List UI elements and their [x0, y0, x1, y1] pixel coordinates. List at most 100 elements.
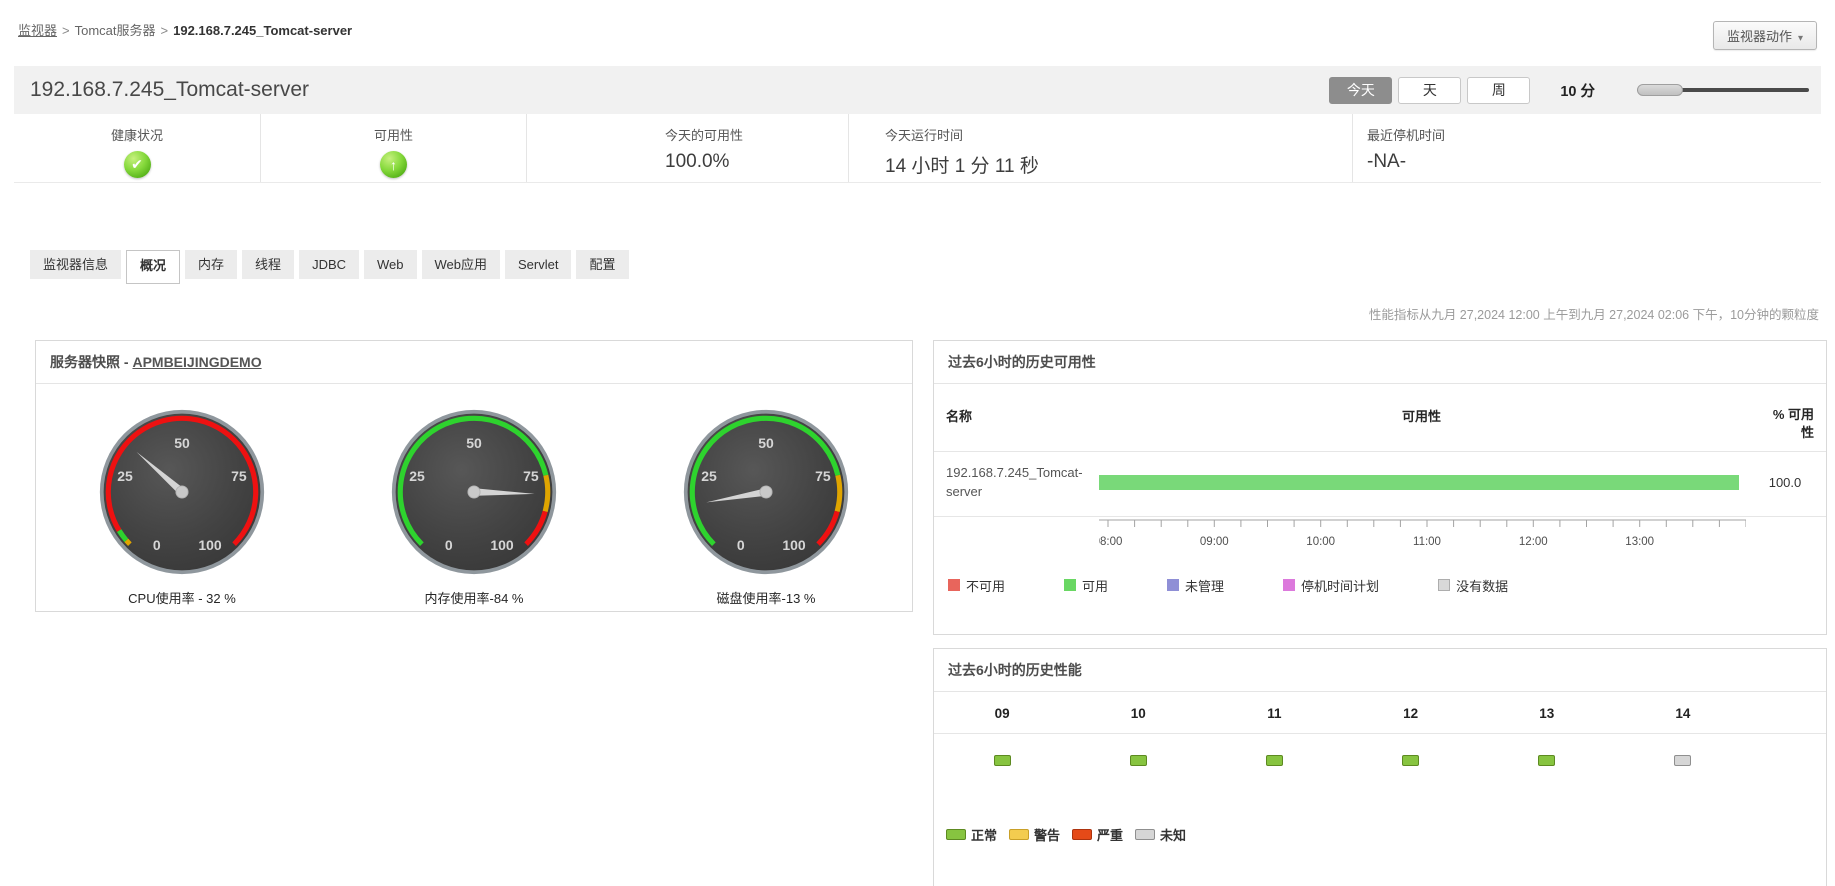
legend-color-icon: [1438, 579, 1451, 592]
status-label: 可用性: [373, 128, 413, 143]
tab-6[interactable]: Web应用: [421, 250, 501, 279]
legend-color-icon: [1064, 579, 1077, 592]
gauge-memory-dial: 0 25 50 75 100: [391, 409, 557, 575]
apm-host-link[interactable]: APMBEIJINGDEMO: [132, 354, 261, 370]
svg-text:100: 100: [782, 537, 806, 553]
gauge-disk-dial: 0 25 50 75 100: [683, 409, 849, 575]
range-button-0[interactable]: 今天: [1329, 76, 1393, 104]
perf-status-block-unknown[interactable]: [1674, 755, 1692, 766]
legend-label: 未知: [1160, 828, 1187, 843]
svg-text:08:00: 08:00: [1099, 536, 1122, 548]
svg-text:100: 100: [490, 537, 514, 553]
svg-text:50: 50: [466, 435, 482, 451]
gauges-container: 0 25 50 75 100 CPU使用率 - 32 % 0 25 50 75 100 内存使用…: [36, 384, 912, 607]
monitor-actions-label: 监视器动作: [1727, 29, 1793, 44]
legend-color-icon: [1072, 829, 1093, 840]
performance-hours-row: 09 10 11 12 13 14: [934, 692, 1826, 734]
perf-hour-label-5: 14: [1675, 706, 1691, 721]
status-label: 健康状况: [110, 128, 163, 143]
performance-status-row: [934, 734, 1826, 793]
performance-legend-item-normal: 正常: [946, 825, 997, 844]
perf-hour-label-0: 09: [994, 706, 1010, 721]
tab-2[interactable]: 内存: [185, 250, 238, 279]
time-slider[interactable]: [1637, 83, 1809, 97]
tab-7[interactable]: Servlet: [505, 250, 572, 279]
perf-status-block-normal[interactable]: [1402, 755, 1420, 766]
legend-label: 未管理: [1185, 578, 1225, 594]
snapshot-title-prefix: 服务器快照 -: [50, 354, 133, 370]
svg-text:100: 100: [198, 537, 222, 553]
svg-text:75: 75: [815, 468, 831, 484]
perf-status-block-normal[interactable]: [993, 755, 1011, 766]
availability-up-icon: ↑: [380, 151, 407, 178]
svg-text:50: 50: [758, 435, 774, 451]
availability-axis-row: 08:00 09:00 10:00 11:00 12:00 13:00: [934, 517, 1826, 558]
monitor-name: 192.168.7.245_Tomcat-server: [946, 465, 1083, 499]
availability-time-axis: 08:00 09:00 10:00 11:00 12:00 13:00: [1094, 519, 1747, 558]
legend-label: 警告: [1034, 828, 1061, 843]
performance-period-note: 性能指标从九月 27,2024 12:00 上午到九月 27,2024 02:0…: [1368, 308, 1819, 322]
perf-status-block-normal[interactable]: [1538, 755, 1556, 766]
header-bar: 192.168.7.245_Tomcat-server 今天天周 10 分: [14, 66, 1821, 114]
legend-label: 停机时间计划: [1301, 578, 1380, 594]
tab-3[interactable]: 线程: [242, 250, 295, 279]
range-button-2[interactable]: 周: [1467, 76, 1531, 104]
breadcrumb-link-monitors[interactable]: 监视器: [18, 23, 57, 38]
svg-text:25: 25: [701, 468, 717, 484]
tab-0[interactable]: 监视器信息: [30, 250, 122, 279]
page: 监视器 > Tomcat服务器 >192.168.7.245_Tomcat-serve…: [0, 0, 1835, 886]
monitor-actions-button[interactable]: 监视器动作 ▾: [1713, 21, 1818, 50]
status-cell-4: 最近停机时间 -NA-: [1352, 114, 1821, 182]
status-cell-1: 可用性 ↑: [260, 114, 526, 182]
legend-label: 不可用: [966, 578, 1006, 594]
page-title: 192.168.7.245_Tomcat-server: [30, 78, 309, 101]
range-button-1[interactable]: 天: [1398, 76, 1462, 104]
breadcrumb-separator: >: [62, 23, 70, 38]
availability-legend-item-1: 可用: [1064, 576, 1108, 595]
legend-label: 可用: [1082, 578, 1109, 594]
availability-legend-item-0: 不可用: [948, 576, 1005, 595]
status-cell-2: 今天的可用性 100.0%: [526, 114, 848, 182]
perf-status-block-normal[interactable]: [1265, 755, 1283, 766]
tab-4[interactable]: JDBC: [299, 250, 360, 279]
status-cell-0: 健康状况 ✔: [14, 114, 260, 182]
slider-handle[interactable]: [1637, 84, 1683, 96]
tab-8[interactable]: 配置: [576, 250, 629, 279]
caret-down-icon: ▾: [1798, 33, 1804, 44]
gauge-memory: 0 25 50 75 100 内存使用率-84 %: [384, 408, 564, 607]
availability-history-panel: 过去6小时的历史可用性 名称 可用性 % 可用性 192.168.7.245_T…: [933, 340, 1827, 635]
breadcrumb-separator: >: [160, 23, 169, 38]
health-ok-icon: ✔: [123, 151, 151, 178]
status-row: 健康状况 ✔ 可用性 ↑ 今天的可用性 100.0% 今天运行时间 14 小时 1 分 11 …: [14, 114, 1821, 183]
gauge-cpu-dial: 0 25 50 75 100: [99, 409, 265, 575]
performance-panel-title: 过去6小时的历史性能: [934, 649, 1826, 692]
svg-text:10:00: 10:00: [1306, 536, 1335, 548]
gauge-cpu: 0 25 50 75 100 CPU使用率 - 32 %: [92, 408, 272, 607]
legend-color-icon: [1135, 829, 1156, 840]
breadcrumb-link-tomcat-servers[interactable]: Tomcat服务器: [75, 23, 156, 38]
legend-color-icon: [948, 579, 960, 592]
gauge-cpu-label: CPU使用率 - 32 %: [128, 591, 236, 606]
tab-1[interactable]: 概况: [126, 250, 181, 284]
legend-color-icon: [1167, 579, 1180, 592]
svg-text:0: 0: [153, 537, 161, 553]
status-label: 最近停机时间: [1367, 128, 1446, 143]
legend-color-icon: [1283, 579, 1296, 592]
perf-status-block-normal[interactable]: [1129, 755, 1147, 766]
server-snapshot-panel: 服务器快照 - APMBEIJINGDEMO 0 25 50 75 100 CPU使用率…: [35, 340, 913, 612]
tab-5[interactable]: Web: [364, 250, 417, 279]
availability-legend-item-3: 停机时间计划: [1283, 576, 1379, 595]
gauge-disk-label: 磁盘使用率-13 %: [716, 591, 816, 606]
perf-hour-label-4: 13: [1539, 706, 1555, 721]
legend-label: 严重: [1097, 828, 1124, 843]
status-label: 今天的可用性: [665, 128, 744, 143]
svg-text:25: 25: [117, 468, 133, 484]
time-range-buttons: 今天天周: [1329, 76, 1531, 104]
status-cell-3: 今天运行时间 14 小时 1 分 11 秒: [848, 114, 1352, 182]
granularity-label: 10 分: [1560, 83, 1595, 100]
availability-legend: 不可用 可用 未管理 停机时间计划 没有数据: [934, 558, 1826, 595]
time-axis-svg: 08:00 09:00 10:00 11:00 12:00 13:00: [1094, 519, 1747, 548]
perf-hour-label-3: 12: [1403, 706, 1419, 721]
availability-table-row: 192.168.7.245_Tomcat-server 100.0: [934, 452, 1826, 517]
svg-text:11:00: 11:00: [1413, 536, 1441, 548]
